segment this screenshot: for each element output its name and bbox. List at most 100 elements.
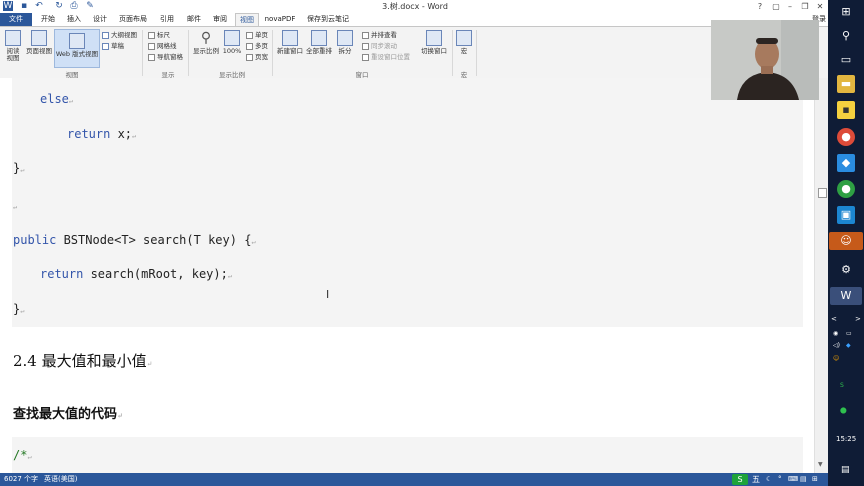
tab-insert[interactable]: 插入 <box>62 13 86 26</box>
video-app-icon[interactable]: ▣ <box>837 206 855 224</box>
nav-pane-check-icon <box>148 53 155 61</box>
side-by-side-button[interactable]: 并排查看 <box>362 31 397 39</box>
tab-layout[interactable]: 页面布局 <box>116 13 150 26</box>
settings-gear-icon[interactable]: ⚙ <box>837 261 855 279</box>
web-layout-label: Web 版式视图 <box>55 50 99 58</box>
minimize-button[interactable]: – <box>782 0 798 13</box>
tab-mailings[interactable]: 邮件 <box>183 13 205 26</box>
windows-start-icon[interactable]: ⊞ <box>837 3 855 21</box>
vertical-scrollbar[interactable]: ▼ <box>814 78 829 473</box>
print-layout-button[interactable]: 页面视图 <box>25 30 53 55</box>
outline-view-button[interactable]: 大纲视图 <box>102 31 137 39</box>
tab-references[interactable]: 引用 <box>156 13 178 26</box>
one-page-button[interactable]: 单页 <box>246 31 268 39</box>
code-text: x; <box>110 127 133 141</box>
code-keyword: public <box>13 233 57 247</box>
qq-icon[interactable]: ☺ <box>829 232 863 250</box>
network-icon[interactable]: ◆ <box>846 342 851 349</box>
read-mode-button[interactable]: 阅读 视图 <box>3 30 23 62</box>
code-keyword: else <box>40 92 69 106</box>
comment-text: /* <box>13 448 28 462</box>
word-count[interactable]: 6027 个字 <box>4 473 38 486</box>
help-button[interactable]: ? <box>752 0 768 13</box>
moon-icon: ☾ <box>766 475 773 483</box>
outline-icon <box>102 31 109 39</box>
separator <box>188 30 189 76</box>
ime-mode[interactable]: 五 <box>752 473 760 486</box>
arrange-all-button[interactable]: 全部重排 <box>305 30 333 55</box>
word-taskbar-icon[interactable]: W <box>830 287 862 305</box>
nav-pane-checkbox[interactable]: 导航窗格 <box>148 53 183 61</box>
chevron-left-icon[interactable]: < <box>831 315 837 323</box>
tab-cloud-notes[interactable]: 保存到云笔记 <box>304 13 352 26</box>
tab-design[interactable]: 设计 <box>88 13 112 26</box>
macros-button[interactable]: 宏 <box>455 30 473 55</box>
multi-page-button[interactable]: 多页 <box>246 42 268 50</box>
chrome-icon[interactable]: ● <box>837 128 855 146</box>
title-bar: W ▪ ↶ ↻ ⎙ ✎ 3.树.docx - Word ? ▢ – ❐ ✕ <box>0 0 828 13</box>
gridlines-checkbox[interactable]: 网格线 <box>148 42 177 50</box>
paragraph-mark: ↵ <box>27 453 32 461</box>
paragraph-mark: ↵ <box>227 272 233 280</box>
clock[interactable]: 15:25 <box>836 435 856 443</box>
switch-windows-button[interactable]: 切换窗口 <box>419 30 449 55</box>
maximize-button[interactable]: ❐ <box>797 0 813 13</box>
scroll-down-icon[interactable]: ▼ <box>818 461 823 468</box>
new-window-button[interactable]: 新建窗口 <box>276 30 304 55</box>
sticky-notes-icon[interactable]: ▪ <box>837 101 855 119</box>
zoom-100-button[interactable]: 100% <box>221 30 243 55</box>
undo-icon[interactable]: ↶ <box>34 1 44 11</box>
tab-review[interactable]: 审阅 <box>209 13 231 26</box>
reset-position-button[interactable]: 重设窗口位置 <box>362 53 410 61</box>
zoom-button[interactable]: ⚲ 显示比例 <box>192 30 220 55</box>
code-line: }↵ <box>13 302 24 316</box>
ruler-checkbox[interactable]: 标尺 <box>148 31 170 39</box>
volume-icon[interactable]: ◁) <box>833 342 840 349</box>
browser-icon[interactable]: ◆ <box>837 154 855 172</box>
tab-view[interactable]: 视图 <box>235 13 259 26</box>
tab-file[interactable]: 文件 <box>0 13 32 26</box>
code-line: /*↵ <box>13 448 32 462</box>
wechat-tray-icon[interactable]: ◉ <box>833 330 838 337</box>
windows-taskbar: ⊞ ⚲ ▭ ▬ ▪ ● ◆ ● ▣ ☺ ⚙ W < > ◉ ▭ ◁) ◆ ☺ S… <box>828 0 864 486</box>
page-width-icon <box>246 53 253 61</box>
shirt-icon: ▤ <box>800 475 807 483</box>
switch-windows-label: 切换窗口 <box>421 47 447 55</box>
multi-page-label: 多页 <box>255 42 268 50</box>
task-view-icon[interactable]: ▭ <box>837 51 855 69</box>
tab-novapdf[interactable]: novaPDF <box>263 13 297 26</box>
print-layout-label: 页面视图 <box>26 47 52 55</box>
multi-page-icon <box>246 42 253 50</box>
page-width-button[interactable]: 页宽 <box>246 53 268 61</box>
file-explorer-icon[interactable]: ▬ <box>837 75 855 93</box>
chevron-right-icon[interactable]: > <box>855 315 861 323</box>
paragraph-mark: ↵ <box>13 203 18 211</box>
code-text: search(mRoot, key); <box>83 267 228 281</box>
document-area[interactable]: else↵ return x;↵ }↵ ↵ public BSTNode<T> … <box>0 78 814 473</box>
tab-home[interactable]: 开始 <box>36 13 60 26</box>
close-button[interactable]: ✕ <box>812 0 828 13</box>
save-icon[interactable]: ▪ <box>19 1 29 11</box>
ime-tray-icon[interactable]: S <box>840 382 844 389</box>
redo-icon[interactable]: ↻ <box>54 1 64 11</box>
battery-icon[interactable]: ▭ <box>846 330 852 337</box>
web-layout-button[interactable]: Web 版式视图 <box>54 29 100 68</box>
ime-logo-icon[interactable]: S <box>732 474 748 485</box>
arrange-all-label: 全部重排 <box>306 47 332 55</box>
print-preview-icon[interactable]: ⎙ <box>69 1 79 11</box>
split-button[interactable]: 拆分 <box>335 30 355 55</box>
scroll-thumb[interactable] <box>818 188 827 198</box>
wechat-app-icon[interactable]: ● <box>837 180 855 198</box>
security-tray-icon[interactable]: ⬤ <box>840 407 847 414</box>
search-icon[interactable]: ⚲ <box>837 27 855 45</box>
draft-view-button[interactable]: 草稿 <box>102 42 124 50</box>
sync-scroll-button[interactable]: 同步滚动 <box>362 42 397 50</box>
notification-icon[interactable]: ▤ <box>841 465 850 475</box>
qq-tray-icon[interactable]: ☺ <box>833 355 839 362</box>
section-heading: 2.4 最大值和最小值↵ <box>13 350 153 371</box>
macros-icon <box>456 30 472 46</box>
language-indicator[interactable]: 英语(美国) <box>44 473 77 486</box>
code-block <box>12 437 803 473</box>
ime-toolbar[interactable]: ☾ ° ⌨ ▤ ⊞ <box>766 475 826 484</box>
format-painter-icon[interactable]: ✎ <box>85 1 95 11</box>
